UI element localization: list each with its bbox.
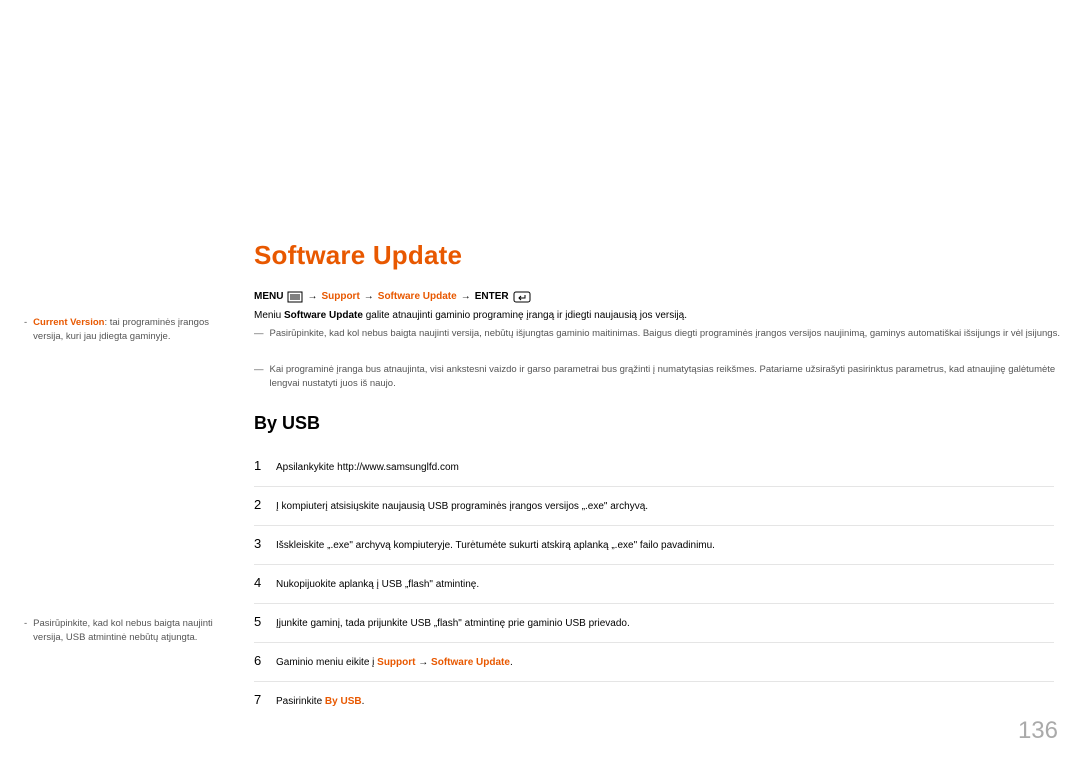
step-row: 6 Gaminio meniu eikite į Support → Softw… bbox=[254, 643, 1054, 682]
step-number: 1 bbox=[254, 458, 276, 473]
step-row: 4 Nukopijuokite aplanką į USB „flash" at… bbox=[254, 565, 1054, 604]
step-text: Nukopijuokite aplanką į USB „flash" atmi… bbox=[276, 577, 479, 592]
step-number: 5 bbox=[254, 614, 276, 629]
page-title: Software Update bbox=[254, 240, 462, 271]
step-row: 2 Į kompiuterį atsisiųskite naujausią US… bbox=[254, 487, 1054, 526]
menu-icon bbox=[287, 291, 303, 303]
dash-icon: - bbox=[24, 617, 27, 646]
breadcrumb-software-update: Software Update bbox=[378, 291, 457, 302]
step-text: Išskleiskite „.exe" archyvą kompiuteryje… bbox=[276, 538, 715, 553]
step-6-h2: Software Update bbox=[431, 657, 510, 668]
breadcrumb-support: Support bbox=[321, 291, 359, 302]
arrow-icon: → bbox=[307, 291, 317, 302]
step-number: 7 bbox=[254, 692, 276, 707]
sidebar-note-2: - Pasirūpinkite, kad kol nebus baigta na… bbox=[24, 617, 234, 646]
step-number: 2 bbox=[254, 497, 276, 512]
step-7-suffix: . bbox=[362, 696, 365, 707]
sidebar-1-highlight: Current Version bbox=[33, 317, 104, 328]
step-7-prefix: Pasirinkite bbox=[276, 696, 325, 707]
step-text: Pasirinkite By USB. bbox=[276, 694, 364, 709]
note-2: ― Kai programinė įranga bus atnaujinta, … bbox=[254, 363, 1064, 392]
enter-icon bbox=[513, 291, 531, 303]
step-6-h1: Support bbox=[377, 657, 415, 668]
step-number: 4 bbox=[254, 575, 276, 590]
step-row: 1 Apsilankykite http://www.samsunglfd.co… bbox=[254, 448, 1054, 487]
step-6-arrow: → bbox=[415, 657, 431, 668]
intro-text: Meniu Software Update galite atnaujinti … bbox=[254, 308, 687, 323]
intro-bold: Software Update bbox=[284, 310, 363, 321]
intro-suffix: galite atnaujinti gaminio programinę įra… bbox=[363, 310, 687, 321]
step-number: 3 bbox=[254, 536, 276, 551]
step-row: 7 Pasirinkite By USB. bbox=[254, 682, 1054, 720]
step-row: 3 Išskleiskite „.exe" archyvą kompiutery… bbox=[254, 526, 1054, 565]
breadcrumb: MENU → Support → Software Update → ENTER bbox=[254, 290, 531, 302]
arrow-icon: → bbox=[364, 291, 374, 302]
step-7-h1: By USB bbox=[325, 696, 362, 707]
step-row: 5 Įjunkite gaminį, tada prijunkite USB „… bbox=[254, 604, 1054, 643]
step-text: Gaminio meniu eikite į Support → Softwar… bbox=[276, 655, 513, 670]
step-number: 6 bbox=[254, 653, 276, 668]
step-text: Apsilankykite http://www.samsunglfd.com bbox=[276, 460, 459, 475]
dash-icon: ― bbox=[254, 327, 264, 341]
section-title: By USB bbox=[254, 413, 320, 434]
step-text: Į kompiuterį atsisiųskite naujausią USB … bbox=[276, 499, 648, 514]
page: Software Update MENU → Support → Softwar… bbox=[0, 0, 1080, 763]
sidebar-note-1: - Current Version: tai programinės įrang… bbox=[24, 316, 234, 345]
breadcrumb-menu: MENU bbox=[254, 291, 283, 302]
note-2-text: Kai programinė įranga bus atnaujinta, vi… bbox=[270, 363, 1065, 392]
note-1: ― Pasirūpinkite, kad kol nebus baigta na… bbox=[254, 327, 1060, 341]
breadcrumb-enter: ENTER bbox=[475, 291, 509, 302]
arrow-icon: → bbox=[461, 291, 471, 302]
step-text: Įjunkite gaminį, tada prijunkite USB „fl… bbox=[276, 616, 630, 631]
step-6-prefix: Gaminio meniu eikite į bbox=[276, 657, 377, 668]
sidebar-1-text: Current Version: tai programinės įrangos… bbox=[33, 316, 234, 345]
dash-icon: ― bbox=[254, 363, 264, 392]
page-number: 136 bbox=[1018, 717, 1058, 745]
steps-list: 1 Apsilankykite http://www.samsunglfd.co… bbox=[254, 448, 1054, 720]
intro-prefix: Meniu bbox=[254, 310, 284, 321]
note-1-text: Pasirūpinkite, kad kol nebus baigta nauj… bbox=[270, 327, 1060, 341]
step-6-suffix: . bbox=[510, 657, 513, 668]
sidebar-2-text: Pasirūpinkite, kad kol nebus baigta nauj… bbox=[33, 617, 234, 646]
dash-icon: - bbox=[24, 316, 27, 345]
